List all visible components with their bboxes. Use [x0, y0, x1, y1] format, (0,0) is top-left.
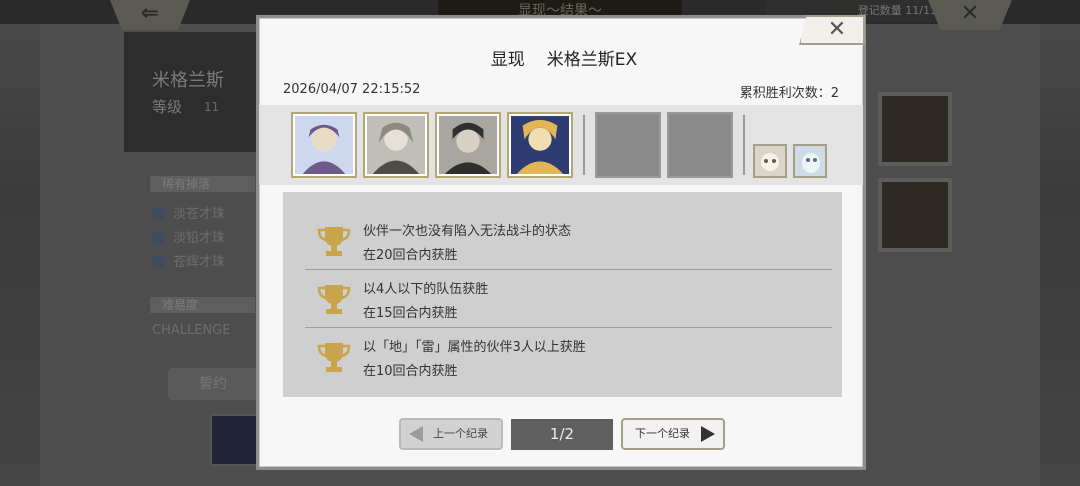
difficulty-value: CHALLENGE: [152, 323, 231, 338]
orb-icon: [152, 231, 165, 244]
modal-title: 显现 米格兰斯EX: [259, 45, 869, 70]
character-name: 米格兰斯: [152, 70, 224, 91]
party-member-1[interactable]: [291, 112, 357, 178]
section-rare-drop: 稀有掉落: [150, 176, 255, 192]
empty-slot: [595, 112, 661, 178]
party-divider: [743, 115, 745, 175]
mission-condition: 以4人以下的队伍获胜: [363, 282, 489, 297]
orb-icon: [152, 207, 165, 220]
win-count: 累积胜利次数：2: [739, 86, 839, 101]
back-arrow-icon[interactable]: ⇐: [110, 0, 190, 30]
pet-1[interactable]: [753, 144, 787, 178]
gem-icon: [210, 414, 260, 466]
mission-item: 伙伴一次也没有陷入无法战斗的状态 在20回合内获胜: [283, 212, 842, 270]
drop-item: 苍辉才珠: [152, 251, 225, 270]
portrait-icon: [511, 116, 569, 174]
prev-record-button[interactable]: 上一个纪录: [399, 418, 503, 450]
mission-list: 伙伴一次也没有陷入无法战斗的状态 在20回合内获胜 以4人以下的队伍获胜 在15…: [283, 192, 842, 397]
character-thumbnail[interactable]: [878, 178, 952, 252]
party-member-4[interactable]: [507, 112, 573, 178]
pledge-button[interactable]: 誓约: [168, 368, 258, 400]
pet-icon: [795, 146, 825, 176]
party-member-2[interactable]: [363, 112, 429, 178]
character-card: 米格兰斯 等级 11: [124, 32, 258, 152]
portrait-icon: [295, 116, 353, 174]
page-indicator: 1/2: [511, 419, 613, 450]
mission-condition: 伙伴一次也没有陷入无法战斗的状态: [363, 224, 572, 239]
arrow-right-icon: [701, 426, 715, 442]
level-value: 11: [204, 100, 220, 114]
close-x-icon[interactable]: ✕: [799, 15, 865, 45]
mission-condition: 以「地」「雷」属性的伙伴3人以上获胜: [363, 340, 586, 355]
prev-record-label: 上一个纪录: [433, 427, 488, 440]
title-prefix: 显现: [490, 50, 525, 70]
level-label: 等级: [152, 98, 183, 116]
mission-turn-limit: 在15回合内获胜: [363, 306, 458, 321]
drop-item: 淡铅才珠: [152, 227, 225, 246]
empty-slot: [667, 112, 733, 178]
pet-2[interactable]: [793, 144, 827, 178]
mission-item: 以「地」「雷」属性的伙伴3人以上获胜 在10回合内获胜: [283, 328, 842, 386]
record-date: 2026/04/07 22:15:52: [283, 82, 421, 97]
trophy-icon: [317, 227, 351, 256]
next-record-button[interactable]: 下一个纪录: [621, 418, 725, 450]
record-modal: 显现 米格兰斯EX 2026/04/07 22:15:52 累积胜利次数：2 伙伴…: [256, 15, 866, 470]
title-quest-name: 米格兰斯EX: [546, 50, 638, 70]
character-thumbnail[interactable]: [878, 92, 952, 166]
party-divider: [583, 115, 585, 175]
orb-icon: [152, 255, 165, 268]
arrow-left-icon: [409, 426, 423, 442]
trophy-icon: [317, 343, 351, 372]
mission-turn-limit: 在10回合内获胜: [363, 364, 458, 379]
party-member-3[interactable]: [435, 112, 501, 178]
mission-turn-limit: 在20回合内获胜: [363, 248, 458, 263]
party-row: [259, 105, 863, 185]
portrait-icon: [367, 116, 425, 174]
section-difficulty: 难易度: [150, 297, 255, 313]
pet-icon: [755, 146, 785, 176]
trophy-icon: [317, 285, 351, 314]
portrait-icon: [439, 116, 497, 174]
screen-close-icon[interactable]: ✕: [928, 0, 1012, 30]
next-record-label: 下一个纪录: [635, 427, 690, 440]
drop-item: 淡苍才珠: [152, 203, 225, 222]
mission-item: 以4人以下的队伍获胜 在15回合内获胜: [283, 270, 842, 328]
